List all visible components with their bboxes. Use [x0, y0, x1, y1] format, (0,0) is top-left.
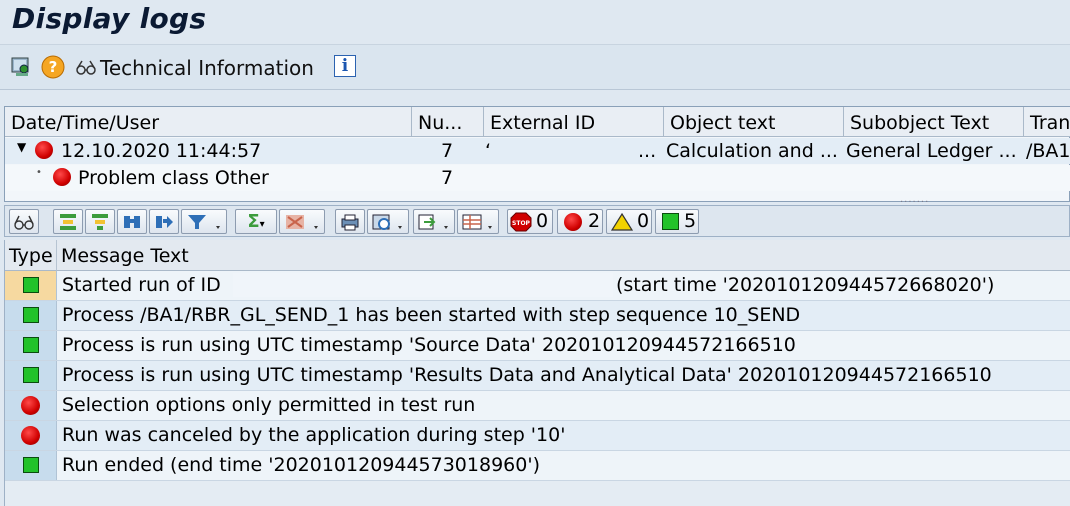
- success-icon: [23, 367, 39, 383]
- page-title: Display logs: [12, 2, 207, 35]
- subtotal-button[interactable]: [279, 209, 325, 234]
- type-cell: [5, 331, 57, 360]
- log-subrow[interactable]: • Problem class Other 7: [5, 165, 1070, 191]
- warning-count: 0: [637, 210, 650, 232]
- export-button[interactable]: [413, 209, 455, 234]
- message-text: Selection options only permitted in test…: [62, 394, 476, 416]
- col-header-message-text[interactable]: Message Text: [57, 240, 1070, 271]
- details-glasses-button[interactable]: [9, 209, 39, 234]
- success-icon: [662, 213, 679, 230]
- log-external-id: ‘: [485, 140, 492, 162]
- log-subobject-text: General Ledger ...: [846, 140, 1017, 162]
- type-cell: [5, 361, 57, 390]
- type-cell: [5, 421, 57, 450]
- title-bar: Display logs: [0, 0, 1070, 42]
- error-icon: [21, 396, 40, 415]
- log-tran: /BA1: [1026, 140, 1070, 162]
- log-date-time: 12.10.2020 11:44:57: [61, 140, 262, 162]
- info-button[interactable]: i: [334, 55, 356, 77]
- col-header-external-id[interactable]: External ID: [484, 107, 664, 137]
- filter-button[interactable]: [181, 209, 227, 234]
- col-header-tran[interactable]: Tran: [1024, 107, 1070, 137]
- filter-stop-messages-button[interactable]: STOP 0: [507, 209, 553, 234]
- type-cell: [5, 301, 57, 330]
- error-status-icon: [35, 141, 53, 159]
- views-button[interactable]: [367, 209, 409, 234]
- success-icon: [23, 337, 39, 353]
- message-extra-text: (start time '20201012094457266802​0'): [616, 274, 995, 296]
- message-table: Type Message Text Started run of ID (sta…: [4, 240, 1070, 506]
- log-external-id-ellipsis: ...: [638, 140, 657, 162]
- success-icon: [23, 307, 39, 323]
- message-text: Process is run using UTC timestamp 'Sour…: [62, 334, 796, 356]
- expand-arrow-icon[interactable]: ▼: [17, 140, 26, 154]
- svg-text:?: ?: [49, 58, 58, 76]
- filter-warning-messages-button[interactable]: 0: [606, 209, 652, 234]
- technical-information-button[interactable]: Technical Information: [100, 56, 314, 80]
- message-text: Run ended (end time '2020101209445730189…: [62, 454, 540, 476]
- col-header-object-text[interactable]: Object text: [664, 107, 844, 137]
- bullet-icon: •: [36, 167, 42, 178]
- problem-class-label: Problem class Other: [78, 167, 269, 189]
- display-detail-icon[interactable]: [10, 55, 34, 79]
- layout-button[interactable]: [457, 209, 499, 234]
- col-header-subobject-text[interactable]: Subobject Text: [844, 107, 1024, 137]
- find-button[interactable]: [117, 209, 147, 234]
- type-cell: [5, 271, 57, 300]
- print-button[interactable]: [335, 209, 365, 234]
- success-icon: [23, 277, 39, 293]
- stop-count: 0: [536, 210, 549, 232]
- problem-class-number: 7: [441, 167, 454, 189]
- col-header-number[interactable]: Nu...: [412, 107, 484, 137]
- col-header-type[interactable]: Type: [5, 240, 57, 271]
- sort-descending-button[interactable]: [85, 209, 115, 234]
- col-header-date-time-user[interactable]: Date/Time/User: [5, 107, 412, 137]
- message-text: Process is run using UTC timestamp 'Resu…: [62, 364, 992, 386]
- message-text: Process /BA1/RBR_GL_SEND_1 has been star…: [62, 304, 801, 326]
- type-cell: [5, 391, 57, 420]
- message-list-toolbar: Σ▾ STOP 0 2 0 5: [4, 205, 1070, 237]
- message-row[interactable]: Process is run using UTC timestamp 'Sour…: [5, 331, 1070, 361]
- message-text: Run was canceled by the application duri…: [62, 424, 566, 446]
- log-row[interactable]: ▼ 12.10.2020 11:44:57 7 ‘ ... Calculatio…: [5, 138, 1070, 164]
- message-text: Started run of ID: [62, 274, 221, 296]
- filter-success-messages-button[interactable]: 5: [655, 209, 699, 234]
- success-icon: [23, 457, 39, 473]
- help-icon[interactable]: ?: [41, 55, 65, 79]
- filter-error-messages-button[interactable]: 2: [557, 209, 603, 234]
- message-row[interactable]: Selection options only permitted in test…: [5, 391, 1070, 421]
- error-icon: [21, 426, 40, 445]
- error-count: 2: [588, 210, 601, 232]
- total-button[interactable]: Σ▾: [235, 209, 277, 234]
- log-header-table: Date/Time/User Nu... External ID Object …: [4, 106, 1070, 202]
- run-id-field: [233, 273, 613, 297]
- type-cell: [5, 451, 57, 480]
- log-object-text: Calculation and ...: [666, 140, 838, 162]
- error-icon: [564, 213, 582, 231]
- find-next-button[interactable]: [149, 209, 179, 234]
- application-toolbar: ? Technical Information i: [0, 44, 1070, 90]
- log-number: 7: [441, 140, 454, 162]
- message-row[interactable]: Process /BA1/RBR_GL_SEND_1 has been star…: [5, 301, 1070, 331]
- message-row[interactable]: Run was canceled by the application duri…: [5, 421, 1070, 451]
- message-row[interactable]: Run ended (end time '2020101209445730189…: [5, 451, 1070, 481]
- success-count: 5: [684, 210, 697, 232]
- glasses-icon[interactable]: [73, 55, 97, 79]
- error-status-icon: [53, 168, 71, 186]
- message-row[interactable]: Started run of ID (start time '202010120…: [5, 271, 1070, 301]
- message-row[interactable]: Process is run using UTC timestamp 'Resu…: [5, 361, 1070, 391]
- svg-text:STOP: STOP: [512, 220, 531, 227]
- sort-ascending-button[interactable]: [53, 209, 83, 234]
